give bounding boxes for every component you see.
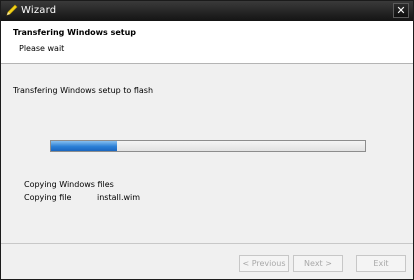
exit-button[interactable]: Exit <box>356 255 406 272</box>
file-label: Copying file <box>24 193 72 202</box>
wizard-window: Wizard ✕ Transfering Windows setup Pleas… <box>0 0 414 280</box>
progress-bar <box>50 140 366 152</box>
close-button[interactable]: ✕ <box>393 3 409 18</box>
title-bar[interactable]: Wizard ✕ <box>1 1 413 21</box>
footer-divider <box>1 243 413 244</box>
previous-button[interactable]: < Previous <box>239 255 289 272</box>
page-subtitle: Please wait <box>19 44 65 53</box>
progress-fill <box>51 141 117 151</box>
file-name: install.wim <box>97 193 141 202</box>
section-label: Transfering Windows setup to flash <box>13 86 154 95</box>
window-title: Wizard <box>21 5 57 16</box>
next-button[interactable]: Next > <box>293 255 343 272</box>
page-title: Transfering Windows setup <box>13 28 137 37</box>
pencil-icon <box>5 4 18 17</box>
wizard-header: Transfering Windows setup Please wait <box>1 21 413 64</box>
status-text: Copying Windows files <box>24 180 114 189</box>
close-icon: ✕ <box>396 4 406 17</box>
